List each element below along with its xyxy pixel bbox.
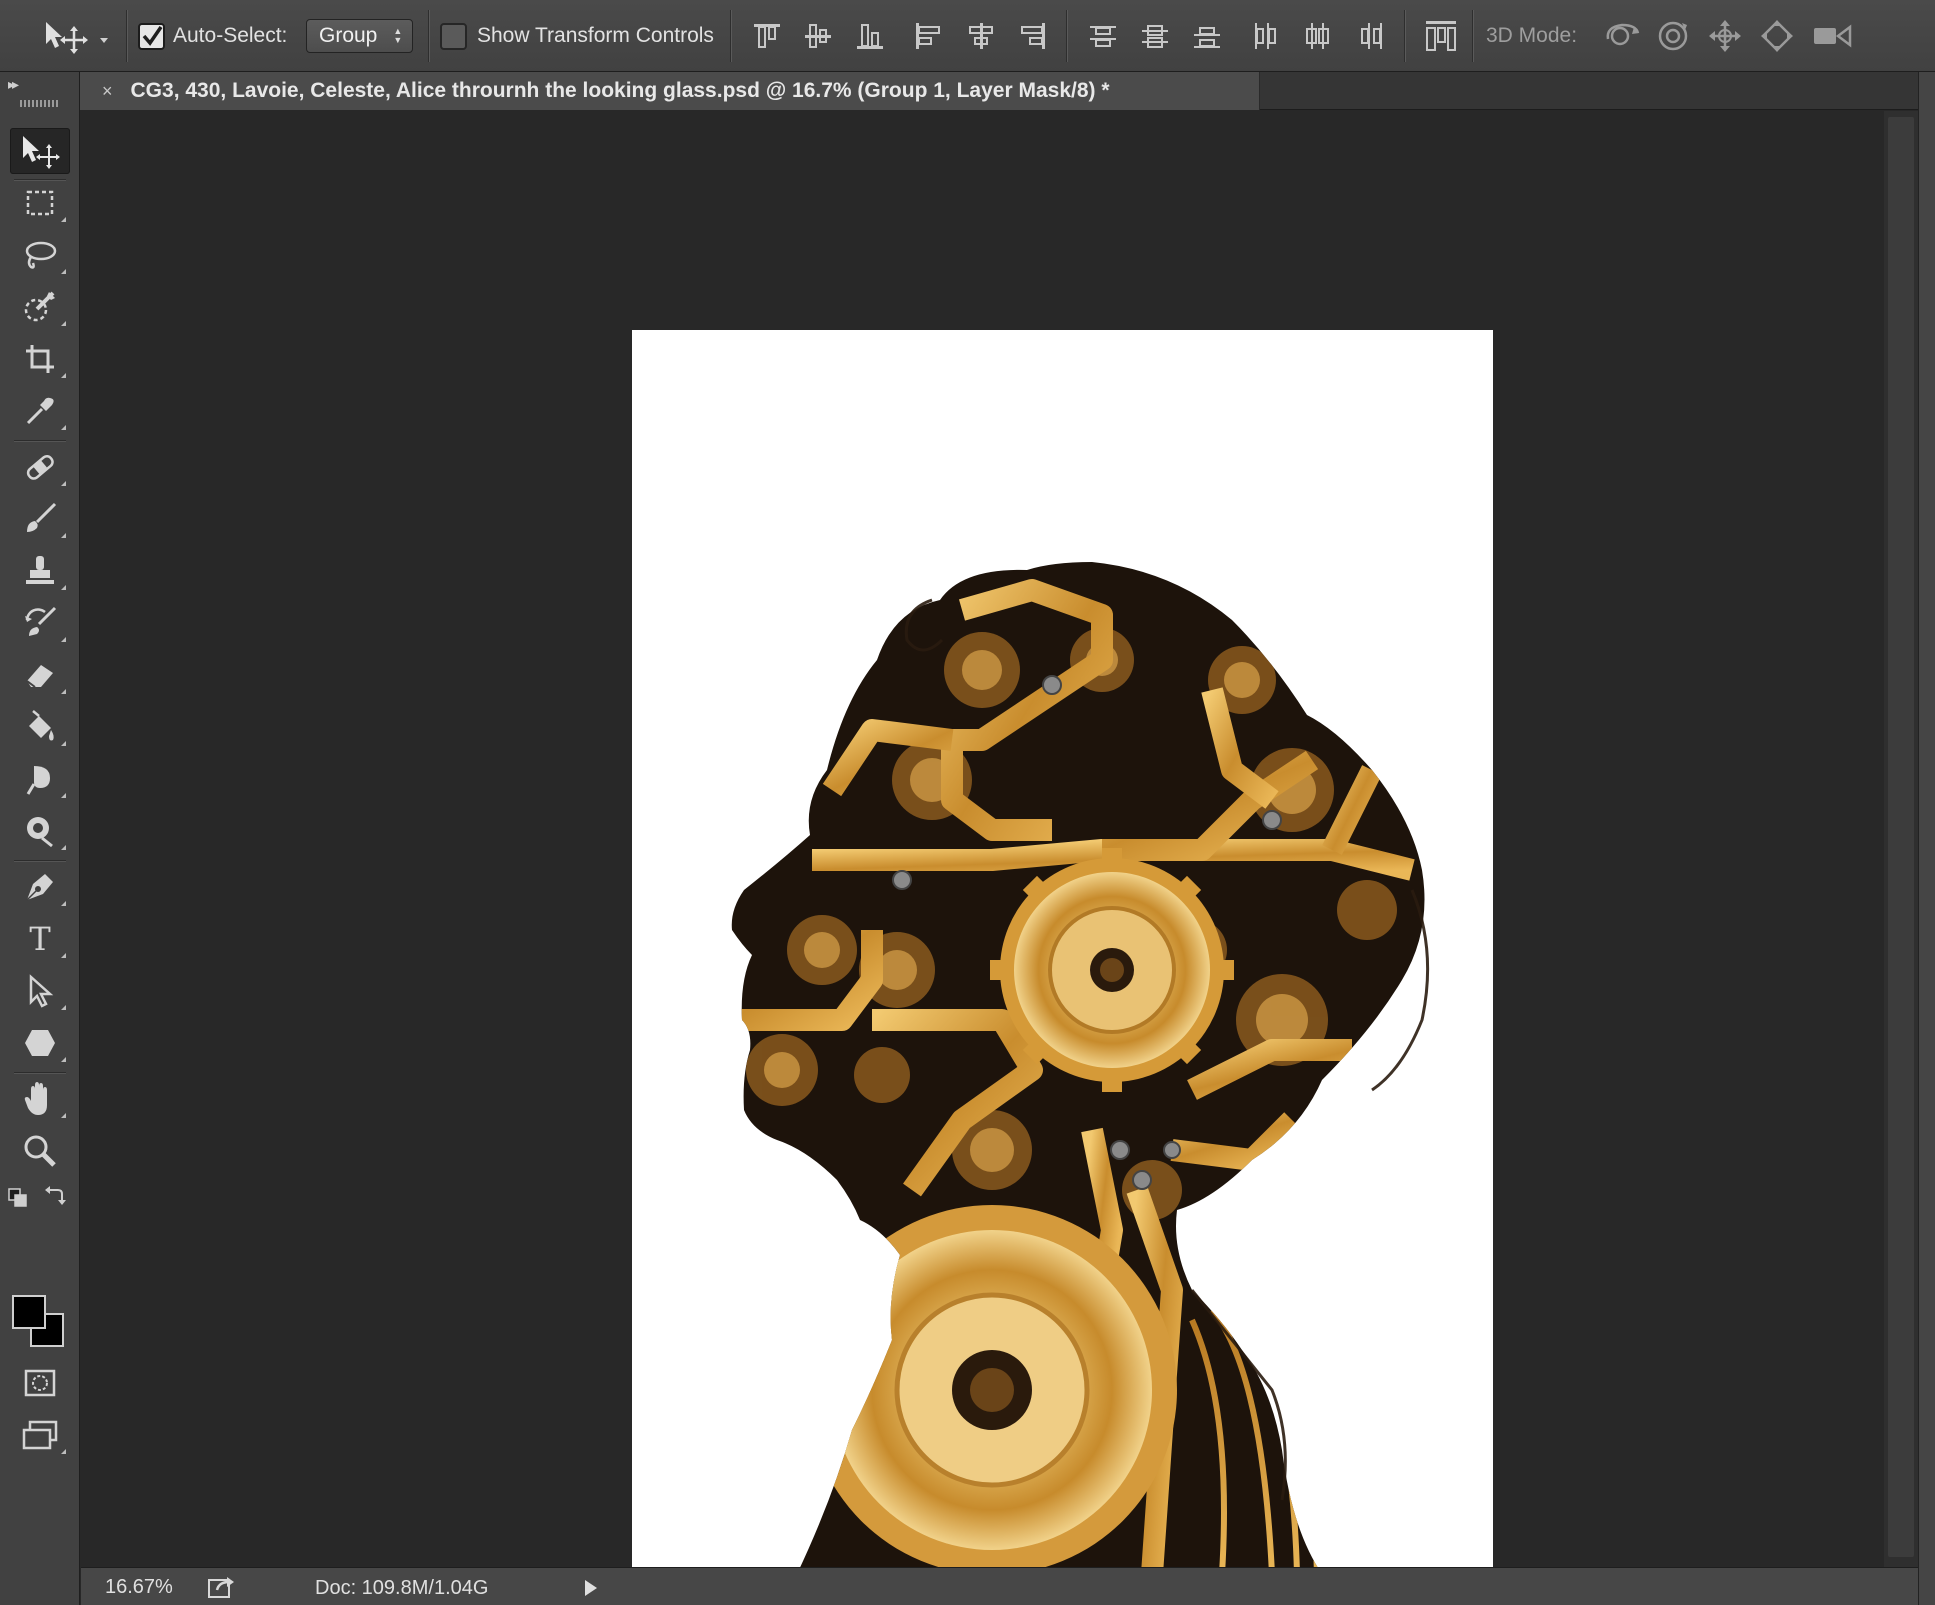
- zoom-tool-icon[interactable]: [10, 1128, 70, 1174]
- auto-select-checkbox[interactable]: [138, 22, 165, 50]
- align-right-edges-icon[interactable]: [1018, 0, 1048, 72]
- auto-select-target-dropdown[interactable]: Group ▲ ▼: [306, 19, 414, 53]
- eyedropper-tool-icon[interactable]: [10, 388, 70, 434]
- up-down-arrows-icon: ▲ ▼: [393, 26, 403, 45]
- toolbox-grip[interactable]: [20, 100, 60, 107]
- path-selection-tool-icon[interactable]: [10, 968, 70, 1014]
- status-menu-arrow-icon[interactable]: [585, 1580, 597, 1596]
- move-tool-icon: [46, 22, 108, 54]
- distribute-vertical-centers-icon[interactable]: [1140, 0, 1170, 72]
- default-colors-icon[interactable]: [8, 1188, 28, 1208]
- hand-tool-icon[interactable]: [10, 1076, 70, 1122]
- distribute-top-edges-icon[interactable]: [1088, 0, 1118, 72]
- quick-mask-mode-icon[interactable]: [10, 1360, 70, 1406]
- collapse-panel-icon[interactable]: ▸▸: [8, 76, 19, 93]
- dodge-tool-icon[interactable]: [10, 808, 70, 854]
- document-tab[interactable]: × CG3, 430, Lavoie, Celeste, Alice throu…: [80, 72, 1260, 110]
- chevron-down-icon: [100, 38, 108, 43]
- blur-tool-icon[interactable]: [10, 756, 70, 802]
- roll-3d-icon[interactable]: [1656, 0, 1690, 72]
- share-icon[interactable]: [207, 1574, 235, 1600]
- steampunk-gear-head-artwork: [731, 562, 1430, 1574]
- distribute-left-edges-icon[interactable]: [1250, 0, 1280, 72]
- rectangular-marquee-tool-icon[interactable]: [10, 180, 70, 226]
- bottom-gear: [807, 1205, 1177, 1574]
- toolbox: ▸▸ T: [0, 72, 80, 1605]
- status-bar: 16.67% Doc: 109.8M/1.04G: [81, 1567, 1918, 1605]
- document-tabs-bar: × CG3, 430, Lavoie, Celeste, Alice throu…: [80, 72, 1935, 110]
- auto-select-target-value: Group: [319, 24, 378, 47]
- align-vertical-centers-icon[interactable]: [803, 0, 833, 72]
- eraser-tool-icon[interactable]: [10, 652, 70, 698]
- distribute-right-edges-icon[interactable]: [1355, 0, 1385, 72]
- rotate-3d-icon[interactable]: [1604, 0, 1642, 72]
- quick-selection-tool-icon[interactable]: [10, 284, 70, 330]
- tool-preset-picker[interactable]: [40, 0, 118, 72]
- align-horizontal-centers-icon[interactable]: [966, 0, 996, 72]
- distribute-horizontal-centers-icon[interactable]: [1302, 0, 1332, 72]
- zoom-level[interactable]: 16.67%: [105, 1576, 173, 1599]
- align-left-edges-icon[interactable]: [913, 0, 943, 72]
- move-tool-icon[interactable]: [10, 128, 70, 174]
- align-top-edges-icon[interactable]: [752, 0, 782, 72]
- brush-tool-icon[interactable]: [10, 496, 70, 542]
- shape-tool-icon[interactable]: [10, 1020, 70, 1066]
- show-transform-controls-label: Show Transform Controls: [477, 24, 714, 47]
- foreground-color-swatch[interactable]: [12, 1295, 46, 1329]
- history-brush-tool-icon[interactable]: [10, 600, 70, 646]
- auto-select-label: Auto-Select:: [173, 24, 288, 47]
- document-canvas[interactable]: [632, 330, 1493, 1574]
- type-tool-glyph: T: [29, 920, 51, 958]
- checkmark-icon: [142, 26, 162, 46]
- type-tool-icon[interactable]: T: [10, 916, 70, 962]
- scale-3d-icon[interactable]: [1812, 0, 1852, 72]
- vertical-scrollbar[interactable]: [1884, 111, 1918, 1567]
- vertical-scrollbar-thumb[interactable]: [1888, 117, 1914, 1557]
- paint-bucket-tool-icon[interactable]: [10, 704, 70, 750]
- spot-healing-brush-tool-icon[interactable]: [10, 444, 70, 490]
- document-tab-title: CG3, 430, Lavoie, Celeste, Alice throurn…: [130, 79, 1110, 102]
- canvas-area[interactable]: [81, 111, 1884, 1574]
- swap-colors-icon[interactable]: [44, 1184, 66, 1206]
- close-tab-icon[interactable]: ×: [102, 81, 113, 102]
- auto-align-layers-icon[interactable]: [1424, 0, 1458, 72]
- show-transform-controls-checkbox[interactable]: [440, 22, 467, 50]
- align-bottom-edges-icon[interactable]: [855, 0, 885, 72]
- document-size-info: Doc: 109.8M/1.04G: [315, 1577, 489, 1599]
- drag-3d-icon[interactable]: [1708, 0, 1742, 72]
- pen-tool-icon[interactable]: [10, 864, 70, 910]
- slide-3d-icon[interactable]: [1760, 0, 1794, 72]
- panel-dock-edge: [1918, 72, 1935, 1605]
- options-bar: Auto-Select: Group ▲ ▼ Show Transform Con…: [0, 0, 1935, 72]
- clone-stamp-tool-icon[interactable]: [10, 548, 70, 594]
- crop-tool-icon[interactable]: [10, 336, 70, 382]
- distribute-bottom-edges-icon[interactable]: [1192, 0, 1222, 72]
- lasso-tool-icon[interactable]: [10, 232, 70, 278]
- screen-mode-icon[interactable]: [10, 1412, 70, 1458]
- 3d-mode-label: 3D Mode:: [1486, 24, 1578, 47]
